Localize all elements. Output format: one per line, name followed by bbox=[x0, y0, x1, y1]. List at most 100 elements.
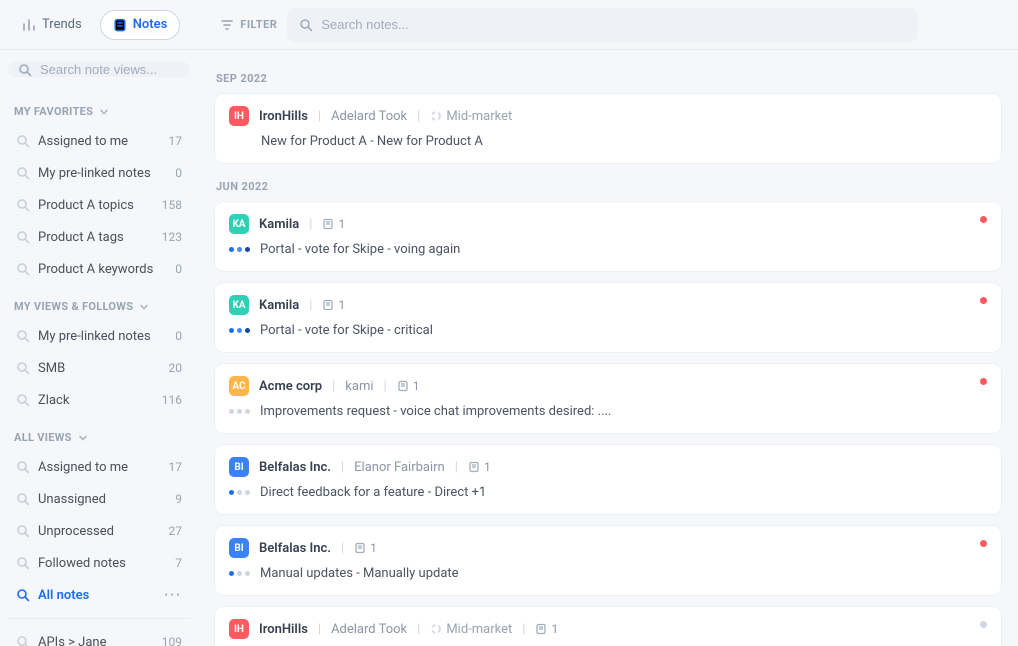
avatar: KA bbox=[229, 295, 249, 315]
attachment-count: 1 bbox=[484, 460, 491, 474]
sidebar-item-label: My pre-linked notes bbox=[38, 166, 167, 181]
note-icon bbox=[535, 623, 547, 635]
note-icon bbox=[354, 542, 366, 554]
attachment-chip: 1 bbox=[468, 460, 491, 474]
note-company: Belfalas Inc. bbox=[259, 541, 331, 556]
sidebar-item-followed[interactable]: Followed notes 7 bbox=[8, 548, 190, 578]
status-dot bbox=[980, 378, 987, 385]
magnifier-icon bbox=[16, 329, 30, 343]
sidebar-item-label: Assigned to me bbox=[38, 134, 161, 149]
avatar: AC bbox=[229, 376, 249, 396]
note-card[interactable]: IH IronHills | Adelard Took | Mid-market bbox=[214, 93, 1002, 164]
note-company: Kamila bbox=[259, 298, 299, 313]
tab-notes-label: Notes bbox=[133, 17, 168, 32]
sidebar-item-count: 109 bbox=[162, 635, 182, 646]
sidebar-item-product-a-tags[interactable]: Product A tags 123 bbox=[8, 222, 190, 252]
search-notes-input[interactable] bbox=[321, 17, 906, 32]
sidebar-item-label: Unassigned bbox=[38, 492, 167, 507]
note-card[interactable]: KA Kamila | 1 Portal - vote for Skipe - … bbox=[214, 201, 1002, 272]
avatar: IH bbox=[229, 106, 249, 126]
sidebar-item-assigned-to-me[interactable]: Assigned to me 17 bbox=[8, 126, 190, 156]
sidebar-item-unassigned[interactable]: Unassigned 9 bbox=[8, 484, 190, 514]
note-body: Direct feedback for a feature - Direct +… bbox=[260, 485, 486, 500]
sidebar-item-prelinked-2[interactable]: My pre-linked notes 0 bbox=[8, 321, 190, 351]
note-card[interactable]: KA Kamila | 1 Portal - vote for Skipe - … bbox=[214, 282, 1002, 353]
sidebar-item-prelinked[interactable]: My pre-linked notes 0 bbox=[8, 158, 190, 188]
search-notes[interactable] bbox=[287, 8, 918, 42]
note-card[interactable]: BI Belfalas Inc. | 1 Manual updates - Ma… bbox=[214, 525, 1002, 596]
note-author: Adelard Took bbox=[331, 109, 407, 124]
segment-label: Mid-market bbox=[446, 109, 512, 124]
avatar: BI bbox=[229, 457, 249, 477]
note-card[interactable]: BI Belfalas Inc. | Elanor Fairbairn | 1 bbox=[214, 444, 1002, 515]
loading-icon bbox=[430, 623, 442, 635]
magnifier-icon bbox=[16, 361, 30, 375]
attachment-count: 1 bbox=[338, 217, 345, 231]
sidebar-item-count: 20 bbox=[169, 361, 183, 375]
tab-trends-label: Trends bbox=[42, 17, 82, 32]
note-card[interactable]: AC Acme corp | kami | 1 Improvements bbox=[214, 363, 1002, 434]
chevron-down-icon bbox=[78, 433, 88, 443]
section-title: My Favorites bbox=[14, 105, 93, 118]
sidebar-item-zlack[interactable]: Zlack 116 bbox=[8, 385, 190, 415]
priority-dots bbox=[229, 571, 250, 576]
section-all-views-header[interactable]: All Views bbox=[8, 427, 190, 452]
section-views-follows-header[interactable]: My Views & Follows bbox=[8, 296, 190, 321]
segment-badge: Mid-market bbox=[430, 622, 512, 637]
chevron-down-icon bbox=[139, 302, 149, 312]
sidebar-item-all-notes[interactable]: All notes ··· bbox=[8, 580, 190, 610]
note-icon bbox=[322, 218, 334, 230]
section-title: My Views & Follows bbox=[14, 300, 133, 313]
note-body: Portal - vote for Skipe - critical bbox=[260, 323, 433, 338]
sidebar-item-count: 116 bbox=[162, 393, 182, 407]
note-body: Portal - vote for Skipe - voing again bbox=[260, 242, 460, 257]
sidebar-item-assigned-2[interactable]: Assigned to me 17 bbox=[8, 452, 190, 482]
sidebar-item-product-a-keywords[interactable]: Product A keywords 0 bbox=[8, 254, 190, 284]
note-company: IronHills bbox=[259, 622, 308, 637]
tab-notes[interactable]: Notes bbox=[100, 10, 181, 40]
attachment-count: 1 bbox=[338, 298, 345, 312]
sidebar-item-unprocessed[interactable]: Unprocessed 27 bbox=[8, 516, 190, 546]
note-icon bbox=[397, 380, 409, 392]
sidebar-item-smb[interactable]: SMB 20 bbox=[8, 353, 190, 383]
sidebar-item-label: Followed notes bbox=[38, 556, 167, 571]
note-author: kami bbox=[345, 379, 373, 394]
filter-icon bbox=[220, 18, 234, 32]
tab-trends[interactable]: Trends bbox=[10, 10, 94, 40]
more-icon[interactable]: ··· bbox=[164, 588, 182, 603]
note-company: Acme corp bbox=[259, 379, 322, 394]
note-author: Elanor Fairbairn bbox=[354, 460, 445, 475]
group-label: Sep 2022 bbox=[214, 66, 1002, 93]
note-card[interactable]: IH IronHills | Adelard Took | Mid-market… bbox=[214, 606, 1002, 646]
attachment-count: 1 bbox=[370, 541, 377, 555]
note-body: New for Product A - New for Product A bbox=[261, 134, 483, 149]
search-views[interactable] bbox=[8, 62, 190, 77]
segment-label: Mid-market bbox=[446, 622, 512, 637]
sidebar-item-apis-jane[interactable]: APIs > Jane 109 bbox=[8, 627, 190, 646]
note-meta: IronHills | Adelard Took | Mid-market bbox=[259, 109, 512, 124]
sidebar-item-count: 17 bbox=[169, 134, 183, 148]
section-all-views: All Views Assigned to me 17 Unassigned 9 bbox=[8, 427, 190, 646]
sidebar-item-product-a-topics[interactable]: Product A topics 158 bbox=[8, 190, 190, 220]
attachment-chip: 1 bbox=[535, 622, 558, 636]
topbar: Trends Notes FILTER bbox=[0, 0, 1018, 50]
note-meta: Belfalas Inc. | Elanor Fairbairn | 1 bbox=[259, 460, 491, 475]
status-dot bbox=[980, 297, 987, 304]
sidebar-item-count: 17 bbox=[169, 460, 183, 474]
search-icon bbox=[299, 18, 313, 32]
sidebar-item-count: 123 bbox=[162, 230, 182, 244]
attachment-chip: 1 bbox=[397, 379, 420, 393]
priority-dots bbox=[229, 328, 250, 333]
sidebar-item-label: SMB bbox=[38, 361, 161, 376]
sidebar-item-count: 27 bbox=[169, 524, 183, 538]
sidebar: My Favorites Assigned to me 17 bbox=[0, 50, 198, 646]
magnifier-icon bbox=[16, 588, 30, 602]
filter-button[interactable]: FILTER bbox=[220, 18, 277, 32]
sidebar-item-count: 0 bbox=[175, 166, 182, 180]
bar-chart-icon bbox=[22, 18, 36, 32]
search-views-input[interactable] bbox=[40, 62, 216, 77]
section-favorites-header[interactable]: My Favorites bbox=[8, 101, 190, 126]
magnifier-icon bbox=[16, 166, 30, 180]
note-body: Improvements request - voice chat improv… bbox=[260, 404, 611, 419]
sidebar-item-label: My pre-linked notes bbox=[38, 329, 167, 344]
